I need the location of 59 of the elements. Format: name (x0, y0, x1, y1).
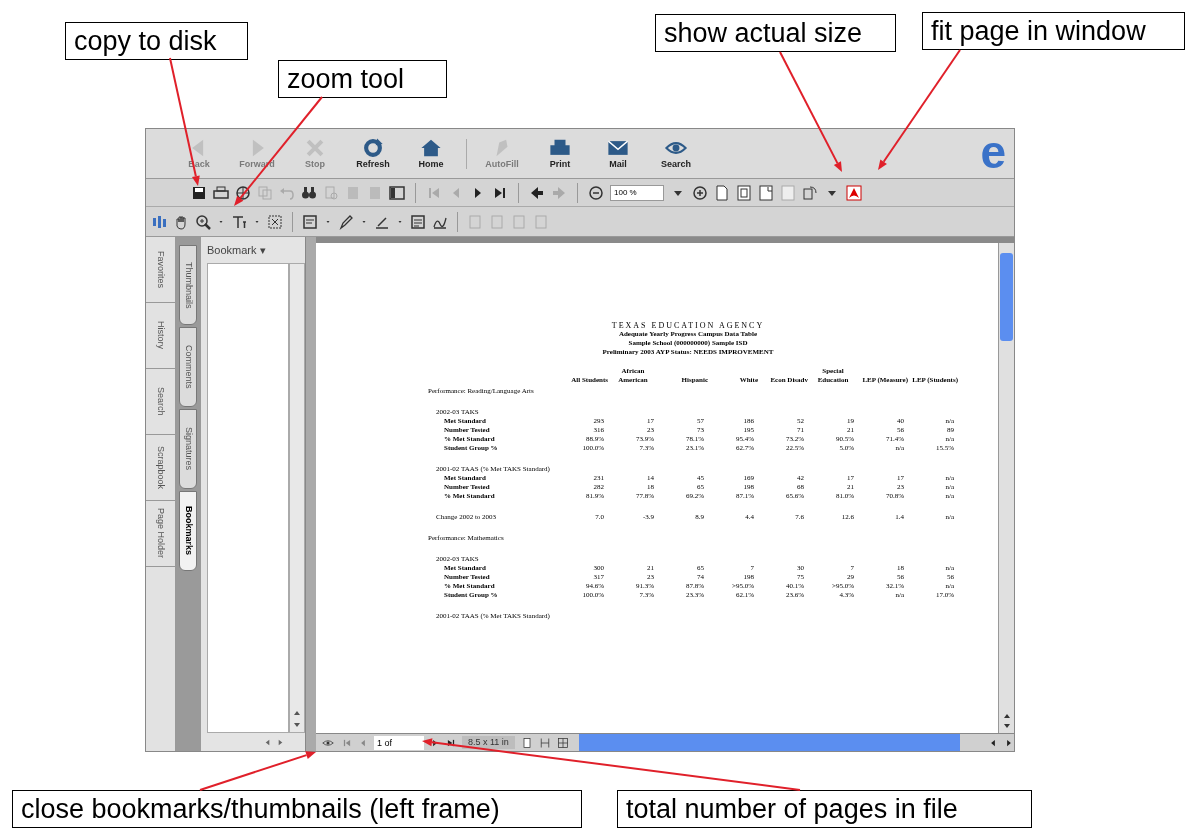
refresh-icon[interactable] (362, 137, 384, 159)
scroll-right-icon[interactable] (276, 737, 285, 747)
binoculars-icon[interactable] (301, 184, 317, 201)
pencil-icon[interactable] (338, 213, 354, 230)
scroll-left-icon[interactable] (263, 737, 272, 747)
text-select-icon[interactable] (231, 213, 247, 230)
page-size-label: 8.5 x 11 in (462, 735, 515, 750)
toolbar-button[interactable]: Home (408, 137, 454, 170)
side-tab[interactable]: Page Holder (153, 508, 168, 559)
save-icon[interactable] (191, 184, 207, 201)
side-tab[interactable]: Favorites (153, 251, 168, 288)
continuous-page-icon[interactable] (538, 736, 551, 749)
facing-pages-icon[interactable] (556, 736, 569, 749)
print-icon[interactable] (213, 184, 229, 201)
actual-size-page-icon[interactable] (714, 184, 730, 201)
rotate-page-icon[interactable] (802, 184, 818, 201)
bookmark-menu[interactable]: Bookmark ▾ (207, 241, 266, 259)
callout-label: copy to disk (65, 22, 248, 60)
callout-label: total number of pages in file (617, 790, 1032, 828)
single-page-icon[interactable] (520, 736, 533, 749)
browser-logo: e (980, 131, 1006, 176)
acrobat-logo-icon[interactable] (846, 184, 862, 201)
zoom-icon[interactable] (195, 213, 211, 230)
vertical-scrollbar[interactable] (998, 243, 1014, 733)
graphics-select-icon[interactable] (267, 213, 283, 230)
hand-icon[interactable] (173, 213, 189, 230)
panel-tab[interactable]: Signatures (179, 409, 197, 489)
toolbar-button[interactable]: Print (537, 137, 583, 170)
zoom-in-icon[interactable] (692, 184, 708, 201)
callout-label: close bookmarks/thumbnails (left frame) (12, 790, 582, 828)
horizontal-scrollbar[interactable] (578, 734, 960, 751)
panel-icon[interactable] (389, 184, 405, 201)
callout-label: zoom tool (278, 60, 447, 98)
toolbar-button[interactable]: Mail (595, 137, 641, 170)
scrollbar[interactable] (289, 263, 305, 733)
zoom-field[interactable]: 100 % (610, 184, 664, 201)
toolbar-button[interactable]: Search (653, 137, 699, 170)
globe-icon[interactable] (235, 184, 251, 201)
callout-label: fit page in window (922, 12, 1185, 50)
fit-width-icon[interactable] (758, 184, 774, 201)
page-number-field[interactable]: 1 of (374, 735, 424, 750)
panel-tab[interactable]: Thumbnails (179, 245, 197, 325)
document-title: TEXAS EDUCATION AGENCY (611, 321, 765, 330)
form-icon[interactable] (410, 213, 426, 230)
zoom-out-icon[interactable] (588, 184, 604, 201)
toolbar-button[interactable]: Refresh (350, 137, 396, 170)
note-icon[interactable] (302, 213, 318, 230)
side-tab[interactable]: Search (153, 387, 168, 416)
fit-page-icon[interactable] (736, 184, 752, 201)
side-tab[interactable]: History (153, 321, 168, 350)
panel-tab[interactable]: Bookmarks (179, 491, 197, 571)
panel-tab[interactable]: Comments (179, 327, 197, 407)
side-tab-icon[interactable] (151, 213, 167, 230)
home-icon[interactable] (420, 137, 442, 159)
back-arrow-icon[interactable] (529, 184, 545, 201)
side-tab[interactable]: Scrapbook (153, 446, 168, 489)
callout-label: show actual size (655, 14, 896, 52)
last-page-icon[interactable] (446, 737, 456, 748)
scroll-thumb[interactable] (1000, 253, 1013, 341)
